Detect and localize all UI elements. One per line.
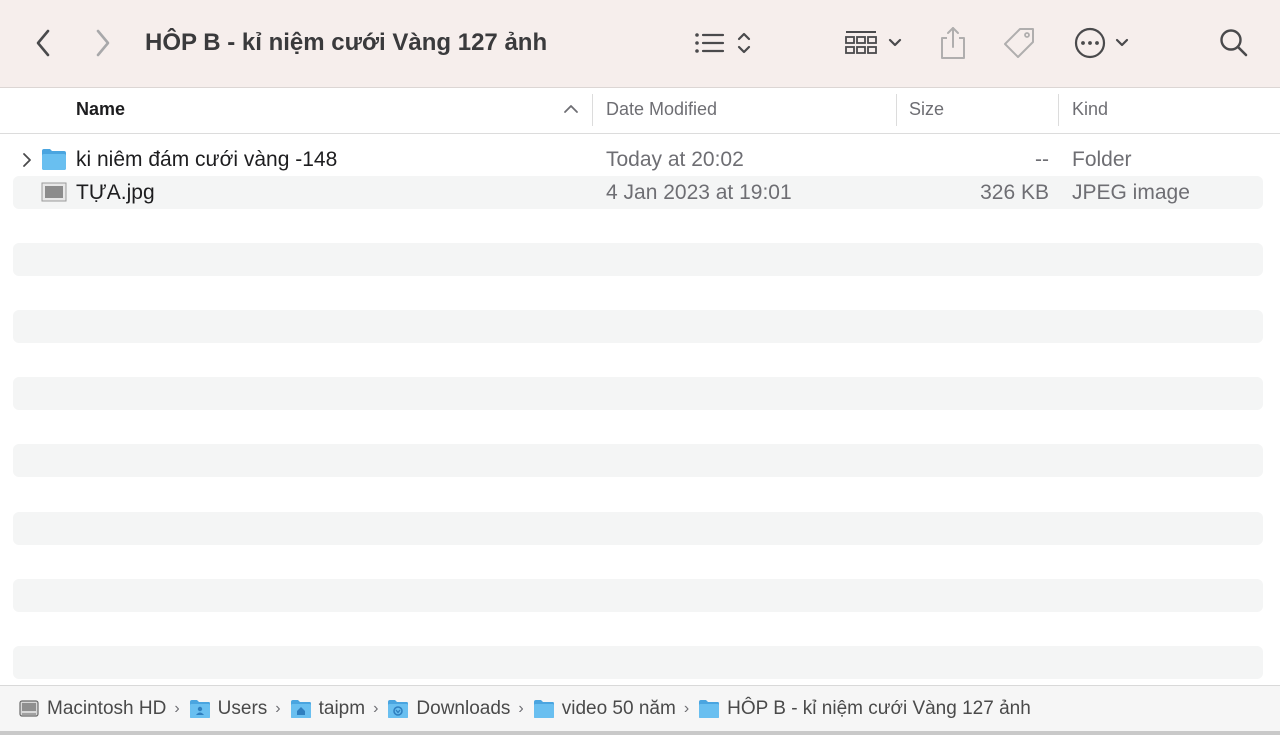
jpeg-file-icon <box>41 182 67 202</box>
home-folder-icon <box>290 699 312 719</box>
view-options-button[interactable] <box>692 22 756 64</box>
file-kind: JPEG image <box>1072 181 1190 204</box>
file-kind: Folder <box>1072 148 1132 171</box>
path-separator-icon: › <box>275 699 281 717</box>
list-view-icon <box>695 32 751 54</box>
file-date: 4 Jan 2023 at 19:01 <box>606 181 792 204</box>
column-divider[interactable] <box>1058 94 1059 126</box>
folder-icon <box>42 149 66 170</box>
column-kind[interactable]: Kind <box>1072 88 1108 133</box>
users-folder-icon <box>189 699 211 719</box>
path-separator-icon: › <box>174 699 180 717</box>
path-bar: Macintosh HD › Users › taipm › Downloads… <box>0 685 1280 731</box>
disclosure-triangle-icon[interactable] <box>21 152 33 168</box>
path-item-macintosh-hd[interactable]: Macintosh HD › <box>18 698 189 720</box>
column-name[interactable]: Name <box>76 88 125 133</box>
empty-row-stripe <box>13 310 1263 343</box>
share-button[interactable] <box>936 22 970 64</box>
column-divider[interactable] <box>592 94 593 126</box>
grid-group-icon <box>845 31 902 54</box>
path-item-label: Users <box>217 697 268 719</box>
chevron-left-icon <box>36 29 50 57</box>
path-item-label: Downloads <box>416 697 511 719</box>
share-icon <box>941 27 965 59</box>
more-actions-button[interactable] <box>1072 22 1136 64</box>
path-item-label: video 50 năm <box>561 697 676 719</box>
empty-row-stripe <box>13 646 1263 679</box>
downloads-folder-icon <box>387 699 409 719</box>
hard-drive-icon <box>18 698 40 720</box>
file-size: 326 KB <box>980 181 1049 204</box>
back-button[interactable] <box>28 22 58 64</box>
file-size: -- <box>1035 148 1049 171</box>
empty-row-stripe <box>13 377 1263 410</box>
path-separator-icon: › <box>683 699 690 717</box>
finder-window: HÔP B - kỉ niệm cưới Vàng 127 ảnh Name D… <box>0 0 1280 735</box>
empty-row-stripe <box>13 512 1263 545</box>
empty-row-stripe <box>13 444 1263 477</box>
column-header: Name Date Modified Size Kind <box>0 88 1280 134</box>
path-item-users[interactable]: Users › <box>189 698 290 720</box>
empty-row-stripe <box>13 243 1263 276</box>
search-button[interactable] <box>1216 22 1252 64</box>
column-date-modified[interactable]: Date Modified <box>606 88 717 133</box>
tag-icon <box>1004 28 1034 58</box>
path-item-label: HÔP B - kỉ niệm cưới Vàng 127 ảnh <box>727 697 1031 719</box>
table-row[interactable]: ki niêm đám cưới vàng -148 Today at 20:0… <box>13 143 1263 176</box>
forward-button[interactable] <box>88 22 118 64</box>
file-name: TỰA.jpg <box>76 181 155 204</box>
path-item-taipm[interactable]: taipm › <box>290 698 388 720</box>
search-icon <box>1220 29 1248 57</box>
empty-row-stripe <box>13 579 1263 612</box>
file-name: ki niêm đám cưới vàng -148 <box>76 148 338 171</box>
path-separator-icon: › <box>518 699 524 717</box>
path-item-downloads[interactable]: Downloads › <box>387 698 532 720</box>
tag-button[interactable] <box>1000 22 1038 64</box>
folder-icon <box>698 699 720 719</box>
file-date: Today at 20:02 <box>606 148 744 171</box>
group-button[interactable] <box>842 22 906 64</box>
window-bottom-edge <box>0 731 1280 735</box>
chevron-right-icon <box>96 29 110 57</box>
toolbar: HÔP B - kỉ niệm cưới Vàng 127 ảnh <box>0 0 1280 88</box>
path-item-label: Macintosh HD <box>47 697 167 719</box>
path-item-video-50-nam[interactable]: video 50 năm › <box>533 698 698 720</box>
column-divider[interactable] <box>896 94 897 126</box>
window-title: HÔP B - kỉ niệm cưới Vàng 127 ảnh <box>145 29 548 56</box>
folder-icon <box>533 699 555 719</box>
table-row[interactable]: TỰA.jpg 4 Jan 2023 at 19:01 326 KB JPEG … <box>13 176 1263 209</box>
path-separator-icon: › <box>373 699 379 717</box>
sort-ascending-icon[interactable] <box>563 102 579 116</box>
path-item-label: taipm <box>318 697 366 719</box>
path-item-current-folder[interactable]: HÔP B - kỉ niệm cưới Vàng 127 ảnh <box>698 698 1031 720</box>
column-size[interactable]: Size <box>909 88 944 133</box>
ellipsis-circle-icon <box>1074 27 1129 59</box>
